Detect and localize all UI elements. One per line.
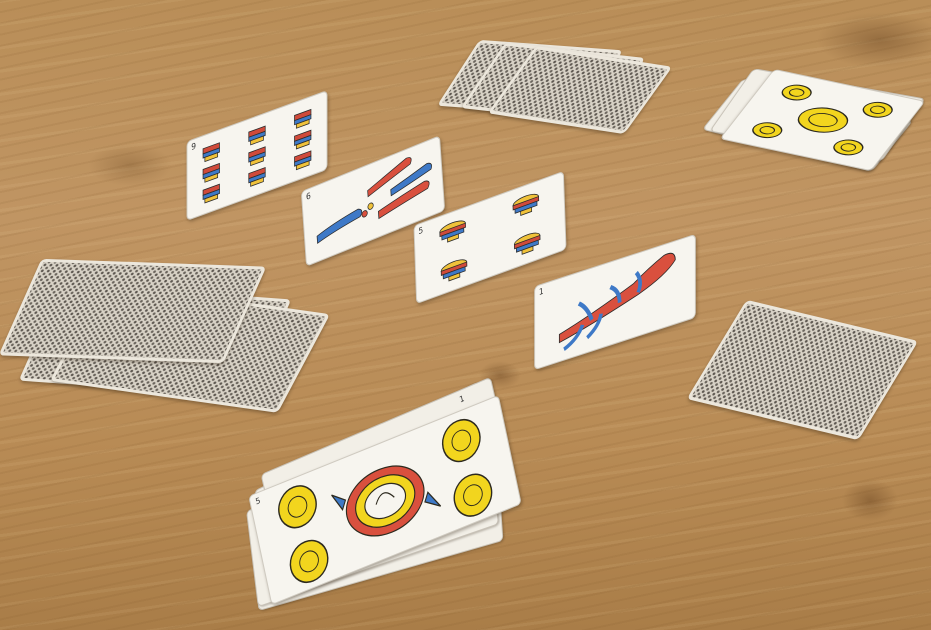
card-index: 6 <box>305 190 312 203</box>
card-index: 1 <box>538 286 544 298</box>
card-game-scene: 9 6 5 1 1 5 <box>0 0 931 630</box>
card-index: 9 <box>191 140 197 153</box>
card-index: 1 <box>458 393 466 405</box>
card-index: 5 <box>418 225 424 237</box>
left-hand-card-3[interactable] <box>0 258 267 364</box>
